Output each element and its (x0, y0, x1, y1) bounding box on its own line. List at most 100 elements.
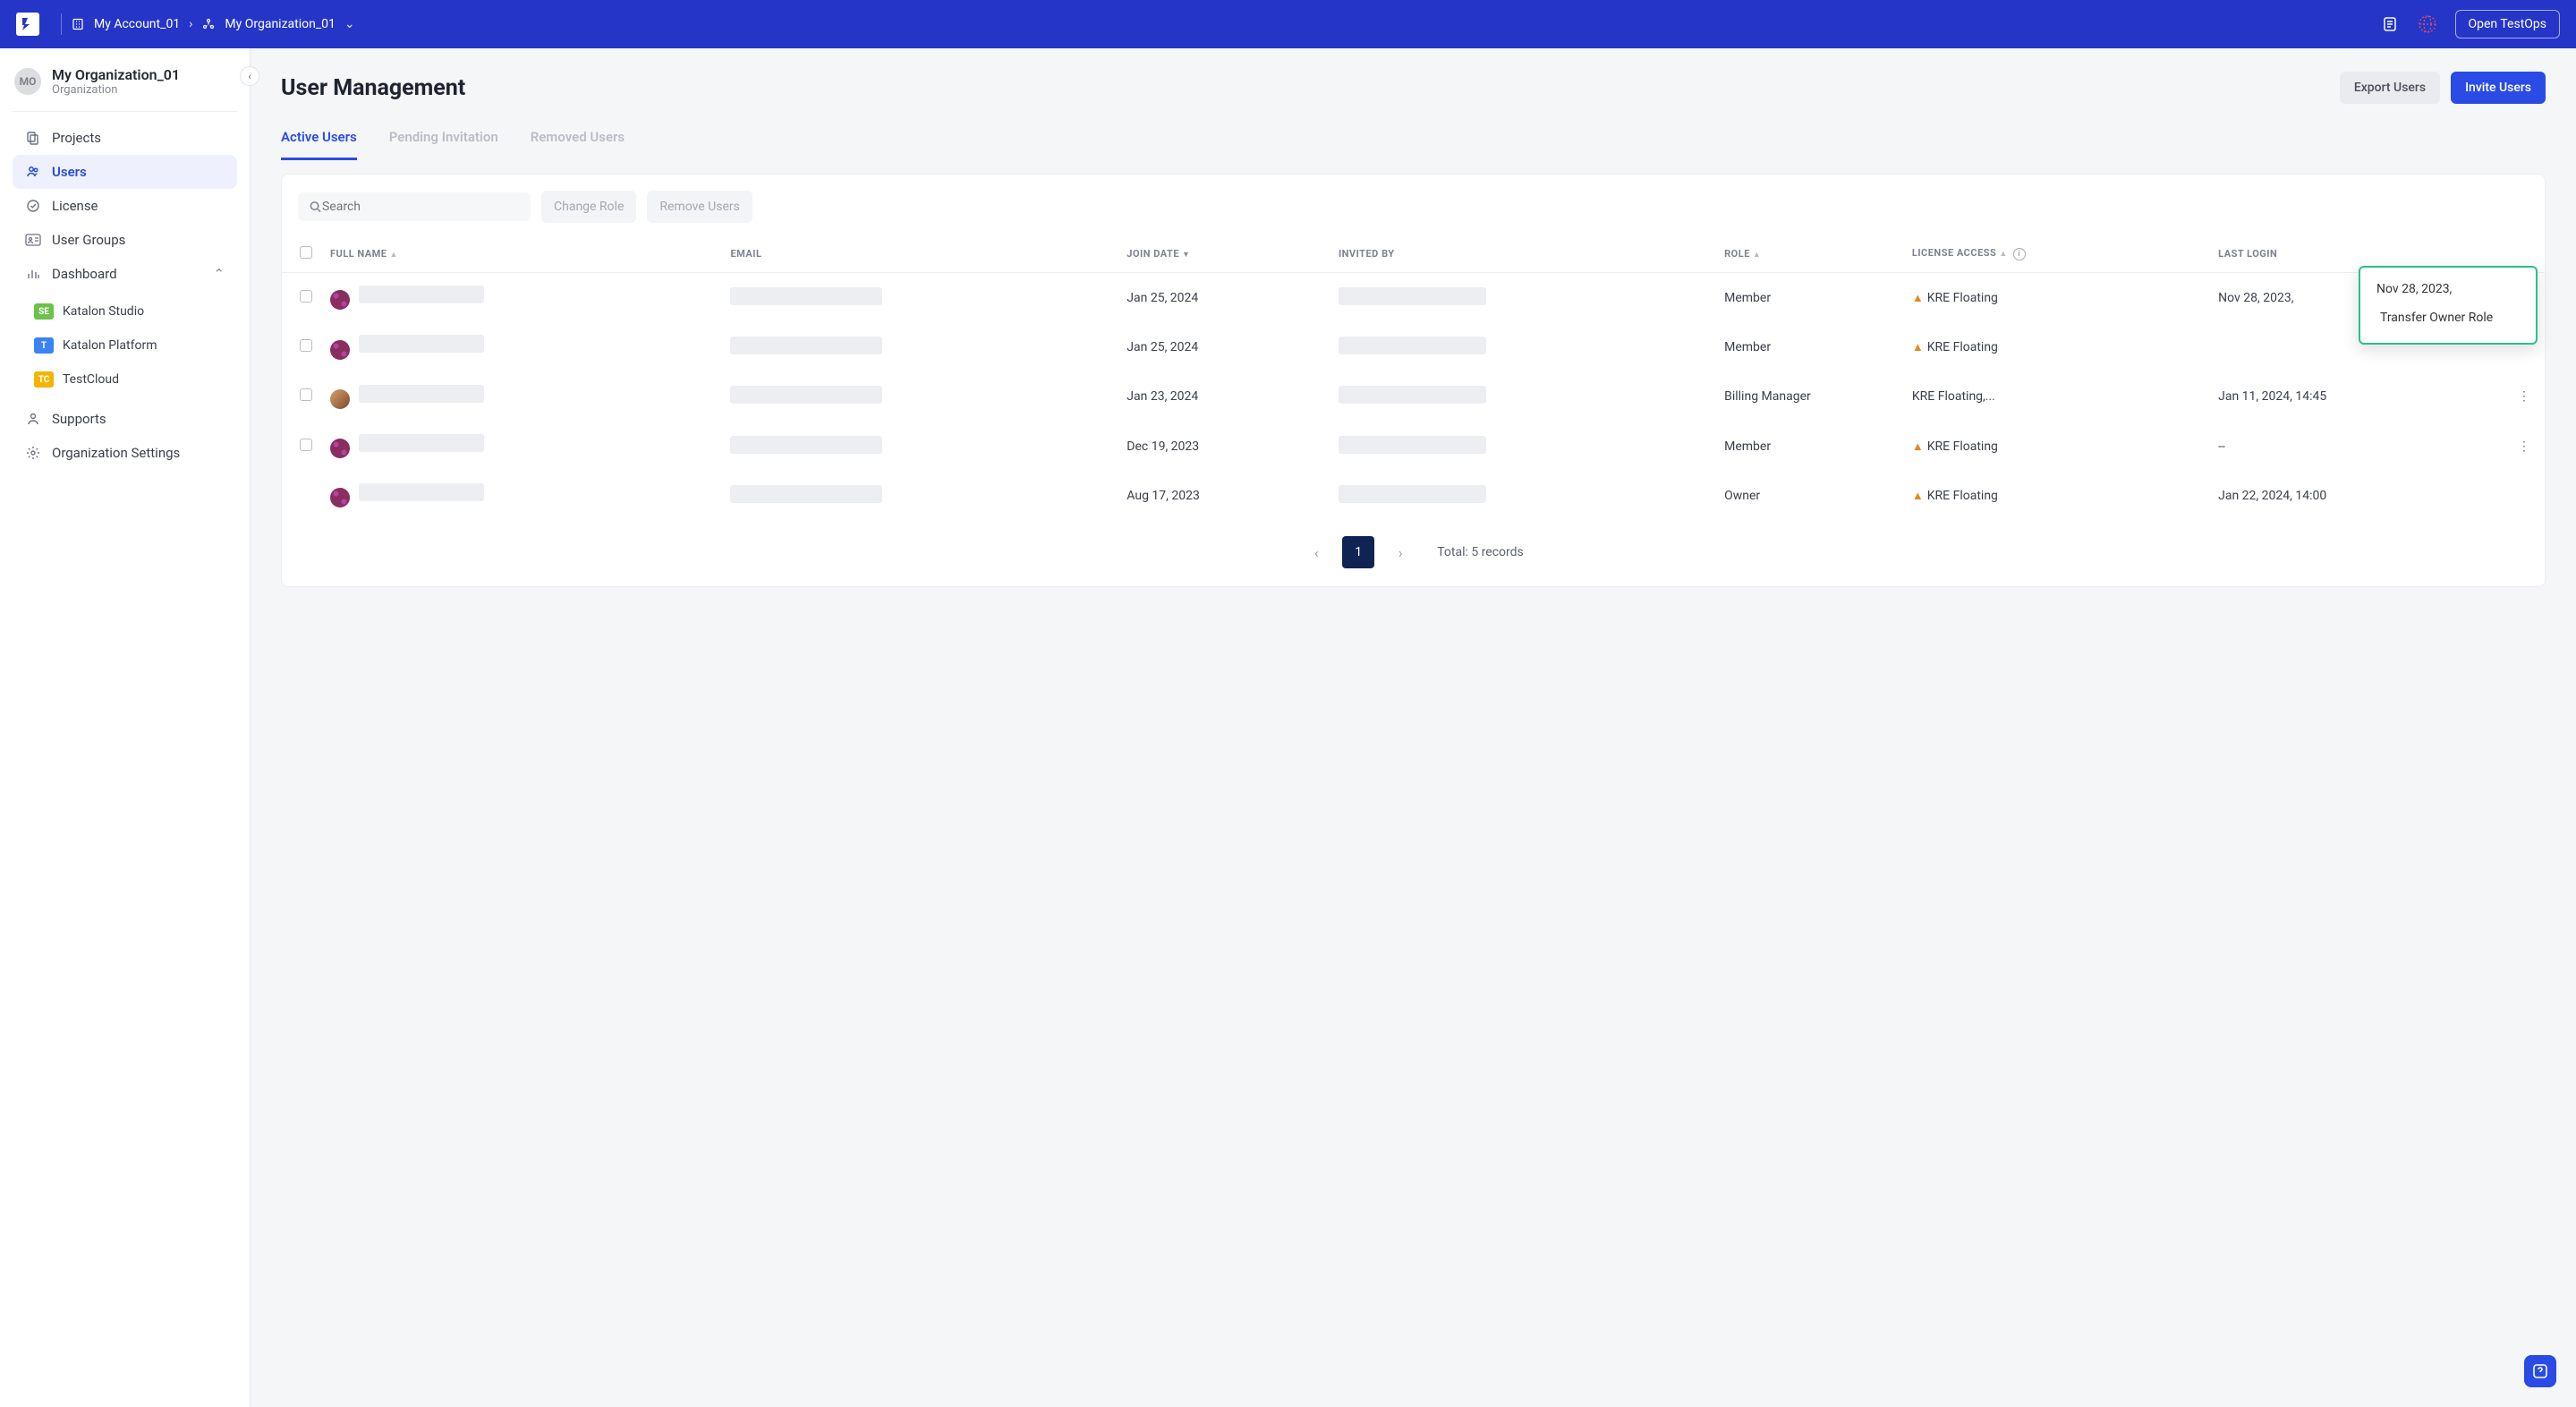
org-avatar: MO (14, 68, 41, 95)
row-checkbox[interactable] (300, 290, 312, 303)
page-current[interactable]: 1 (1342, 536, 1374, 568)
prev-page-button[interactable]: ‹ (1303, 539, 1330, 566)
sidebar-item-dashboard[interactable]: Dashboard ⌃ (13, 257, 237, 291)
row-checkbox[interactable] (300, 388, 312, 401)
search-input-wrap[interactable] (298, 192, 531, 221)
org-name: My Organization_01 (52, 66, 180, 83)
redacted-email (730, 287, 882, 305)
col-license-access[interactable]: LICENSE ACCESS▲i (1903, 235, 2209, 273)
next-page-button[interactable]: › (1387, 539, 1414, 566)
avatar (330, 439, 350, 458)
sort-down-icon: ▼ (1182, 251, 1190, 260)
col-email[interactable]: EMAIL (721, 235, 1118, 273)
collapse-sidebar-button[interactable]: ‹ (240, 66, 259, 86)
invite-users-button[interactable]: Invite Users (2451, 72, 2546, 104)
sidebar-item-org-settings[interactable]: Organization Settings (13, 436, 237, 470)
top-header: My Account_01 › My Organization_01 ⌄ Ope… (0, 0, 2576, 48)
sidebar-item-supports[interactable]: Supports (13, 402, 237, 436)
redacted-invited-by (1339, 485, 1486, 503)
table-row: Jan 25, 2024Member▲KRE FloatingNov 28, 2… (282, 273, 2545, 323)
col-role[interactable]: ROLE▲ (1715, 235, 1903, 273)
sort-icon: ▲ (390, 251, 398, 260)
projects-icon (25, 130, 41, 146)
avatar (330, 290, 350, 310)
row-kebab-button[interactable]: ⋮ (2512, 389, 2536, 404)
chevron-down-icon[interactable]: ⌄ (344, 17, 355, 31)
row-kebab-button[interactable]: ⋮ (2512, 439, 2536, 454)
col-invited-by[interactable]: INVITED BY (1330, 235, 1715, 273)
breadcrumb-org[interactable]: My Organization_01 (225, 17, 336, 31)
avatar (330, 389, 350, 409)
cell-join-date: Dec 19, 2023 (1118, 422, 1330, 471)
app-logo[interactable] (16, 13, 39, 36)
breadcrumb-account[interactable]: My Account_01 (94, 17, 180, 31)
building-icon (71, 17, 85, 31)
cell-license: ▲KRE Floating (1903, 471, 2209, 520)
sidebar-item-users[interactable]: Users (13, 155, 237, 189)
search-input[interactable] (322, 200, 520, 214)
sidebar-label: Users (52, 164, 87, 180)
divider (61, 13, 62, 35)
avatar (330, 340, 350, 360)
redacted-name (359, 434, 484, 452)
page-title: User Management (281, 75, 465, 101)
sidebar-subitem-katalon-studio[interactable]: SE Katalon Studio (13, 294, 250, 328)
org-header[interactable]: MO My Organization_01 Organization (0, 66, 250, 111)
sort-icon: ▲ (1999, 250, 2007, 259)
sidebar-subitem-katalon-platform[interactable]: T Katalon Platform (13, 328, 250, 362)
globe-icon[interactable] (2418, 14, 2437, 34)
search-icon (309, 200, 322, 214)
redacted-invited-by (1339, 436, 1486, 454)
breadcrumb: My Account_01 › My Organization_01 ⌄ (71, 17, 355, 31)
redacted-invited-by (1339, 287, 1486, 305)
redacted-invited-by (1339, 337, 1486, 354)
tab-removed-users[interactable]: Removed Users (531, 120, 625, 160)
warning-icon: ▲ (1912, 490, 1924, 503)
row-checkbox[interactable] (300, 439, 312, 451)
cell-role: Member (1715, 322, 1903, 371)
cell-role: Member (1715, 422, 1903, 471)
warning-icon: ▲ (1912, 440, 1924, 454)
table-row: Aug 17, 2023Owner▲KRE FloatingJan 22, 20… (282, 471, 2545, 520)
help-button[interactable] (2524, 1355, 2556, 1387)
kp-icon: T (34, 337, 54, 354)
sidebar-label: Organization Settings (52, 445, 180, 461)
pagination: ‹ 1 › Total: 5 records (282, 520, 2545, 568)
license-icon (25, 198, 41, 214)
dashboard-icon (25, 266, 41, 282)
cell-license: ▲KRE Floating (1903, 273, 2209, 323)
tc-icon: TC (34, 371, 54, 388)
tab-active-users[interactable]: Active Users (281, 120, 357, 160)
cell-join-date: Jan 25, 2024 (1118, 273, 1330, 323)
open-testops-button[interactable]: Open TestOps (2455, 10, 2560, 38)
tab-pending-invitation[interactable]: Pending Invitation (389, 120, 498, 160)
sidebar: ‹ MO My Organization_01 Organization Pro… (0, 48, 251, 1407)
docs-icon[interactable] (2380, 14, 2400, 34)
col-full-name[interactable]: FULL NAME▲ (321, 235, 721, 273)
redacted-email (730, 485, 882, 503)
transfer-owner-role-item[interactable]: Transfer Owner Role (2360, 300, 2536, 336)
sidebar-label: Supports (52, 411, 106, 427)
sidebar-item-license[interactable]: License (13, 189, 237, 223)
support-icon (25, 411, 41, 427)
sidebar-label: User Groups (52, 232, 125, 248)
page-total: Total: 5 records (1437, 545, 1524, 559)
tabs: Active Users Pending Invitation Removed … (281, 120, 2546, 161)
cell-license: ▲KRE Floating (1903, 322, 2209, 371)
table-row: Jan 23, 2024Billing ManagerKRE Floating,… (282, 372, 2545, 422)
cell-role: Billing Manager (1715, 372, 1903, 422)
users-table: FULL NAME▲ EMAIL JOIN DATE▼ INVITED BY R… (282, 235, 2545, 520)
export-users-button[interactable]: Export Users (2340, 72, 2440, 104)
avatar (330, 488, 350, 507)
remove-users-button: Remove Users (647, 191, 752, 223)
row-action-dropdown: Nov 28, 2023, Transfer Owner Role (2359, 266, 2538, 345)
row-checkbox[interactable] (300, 339, 312, 352)
info-icon[interactable]: i (2013, 248, 2026, 260)
sidebar-item-projects[interactable]: Projects (13, 121, 237, 155)
sidebar-subitem-testcloud[interactable]: TC TestCloud (13, 362, 250, 397)
col-join-date[interactable]: JOIN DATE▼ (1118, 235, 1330, 273)
select-all-checkbox[interactable] (300, 246, 312, 259)
chevron-up-icon: ⌃ (213, 266, 225, 282)
cell-license: ▲KRE Floating (1903, 422, 2209, 471)
sidebar-item-user-groups[interactable]: User Groups (13, 223, 237, 257)
